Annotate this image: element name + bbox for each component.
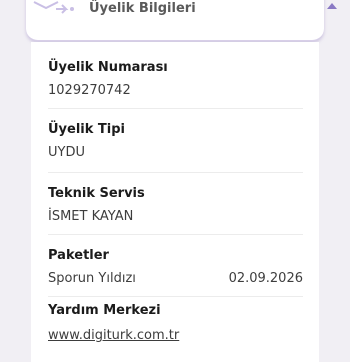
membership-type-label: Üyelik Tipi (48, 122, 126, 137)
membership-number-label: Üyelik Numarası (48, 60, 168, 75)
packages-label: Paketler (48, 248, 109, 263)
membership-details-panel: Üyelik Numarası 1029270742 Üyelik Tipi U… (31, 42, 319, 362)
packages-row: Paketler Sporun Yıldızı 02.09.2026 (48, 248, 303, 297)
technical-service-label: Teknik Servis (48, 186, 145, 201)
membership-icon (33, 1, 74, 14)
membership-number-row: Üyelik Numarası 1029270742 (48, 60, 303, 109)
package-date: 02.09.2026 (228, 271, 303, 286)
help-center-label: Yardım Merkezi (48, 303, 161, 318)
membership-type-row: Üyelik Tipi UYDU (48, 122, 303, 173)
technical-service-value: İSMET KAYAN (48, 209, 134, 224)
membership-number-value: 1029270742 (48, 83, 131, 98)
chevron-up-icon[interactable] (325, 0, 339, 14)
help-center-link[interactable]: www.digiturk.com.tr (48, 328, 179, 343)
section-title: Üyelik Bilgileri (89, 1, 196, 16)
technical-service-row: Teknik Servis İSMET KAYAN (48, 186, 303, 235)
help-center-row: Yardım Merkezi www.digiturk.com.tr (48, 303, 303, 351)
package-name: Sporun Yıldızı (48, 271, 136, 286)
membership-type-value: UYDU (48, 145, 85, 160)
